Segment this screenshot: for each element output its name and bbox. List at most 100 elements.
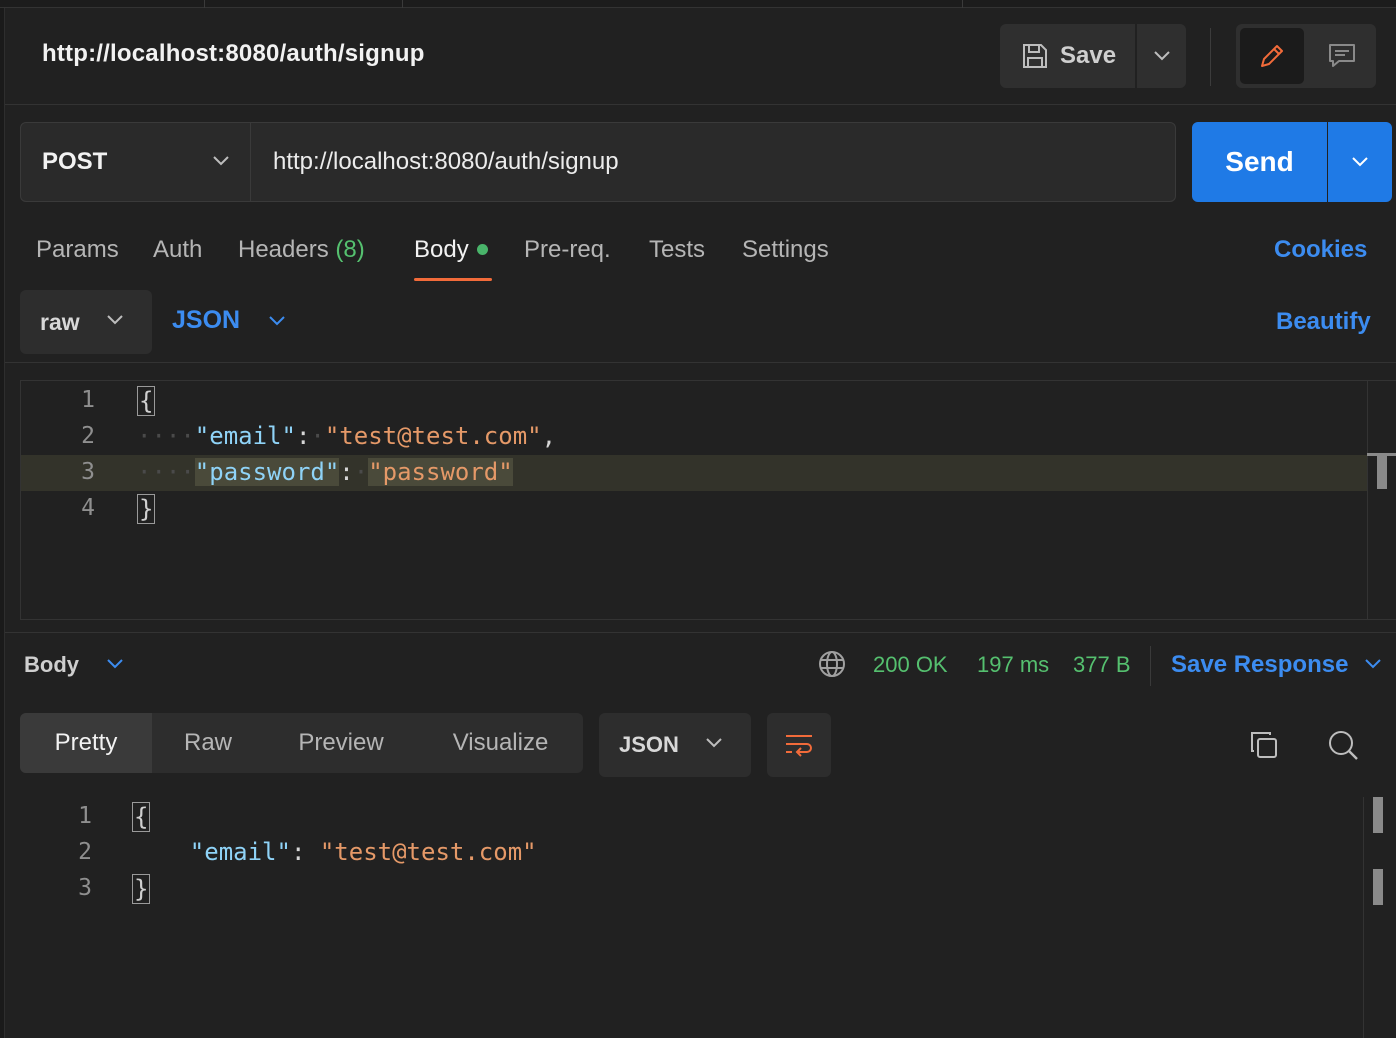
send-label: Send [1225, 146, 1294, 177]
editor-scrollbar[interactable] [1377, 453, 1387, 489]
send-button[interactable]: Send [1192, 122, 1327, 202]
viewer-overview-ruler [1363, 797, 1364, 1038]
send-options-button[interactable] [1328, 122, 1392, 202]
divider [1150, 646, 1151, 686]
response-time[interactable]: 197 ms [977, 652, 1049, 678]
active-tab-indicator [414, 278, 492, 281]
view-raw[interactable]: Raw [152, 713, 264, 773]
request-title[interactable]: http://localhost:8080/auth/signup [42, 40, 425, 68]
code-text: } [132, 874, 151, 904]
comment-mode-button[interactable] [1312, 28, 1372, 84]
wrap-lines-button[interactable] [767, 713, 831, 777]
response-format-label: JSON [619, 732, 679, 757]
chevron-down-icon [107, 315, 123, 325]
json-value: "password" [368, 458, 513, 486]
url-field[interactable] [250, 122, 1176, 202]
chevron-down-icon[interactable] [106, 658, 124, 670]
chevron-down-icon[interactable] [1364, 658, 1382, 670]
code-line: 1 { [20, 799, 1366, 835]
tab-strip-segment[interactable] [204, 0, 402, 8]
tab-pre-request[interactable]: Pre-req. [524, 236, 611, 264]
divider [5, 104, 1396, 105]
view-preview[interactable]: Preview [264, 713, 418, 773]
save-icon [1023, 44, 1047, 68]
code-text: ····"password":·"password" [137, 458, 513, 486]
method-select[interactable]: POST [20, 122, 251, 202]
code-line: 2 "email": "test@test.com" [20, 835, 1366, 871]
tab-strip-segment[interactable] [402, 0, 962, 8]
tab-auth[interactable]: Auth [153, 236, 202, 264]
code-text: { [137, 386, 156, 416]
headers-count: (8) [335, 236, 365, 263]
view-visualize[interactable]: Visualize [418, 713, 583, 773]
code-line-current: 3 ····"password":·"password" [21, 455, 1367, 491]
tab-label: Headers [238, 236, 329, 263]
save-label: Save [1060, 42, 1117, 69]
body-language-label: JSON [172, 306, 241, 334]
save-options-button[interactable] [1137, 24, 1186, 88]
copy-icon[interactable] [1248, 729, 1280, 761]
view-pretty[interactable]: Pretty [20, 713, 152, 773]
line-number: 1 [78, 803, 92, 829]
line-number: 3 [78, 875, 92, 901]
json-close-brace: } [137, 494, 156, 524]
tab-label: Body [414, 236, 469, 263]
edit-mode-button[interactable] [1240, 28, 1304, 84]
url-input[interactable] [273, 148, 1153, 176]
response-size[interactable]: 377 B [1073, 652, 1131, 678]
divider [5, 362, 1396, 363]
tab-label: Tests [649, 236, 706, 263]
line-number: 2 [81, 423, 95, 449]
json-open-brace: { [132, 802, 151, 832]
pane-resizer[interactable] [5, 632, 1396, 633]
json-value: "test@test.com" [319, 838, 537, 866]
tab-params[interactable]: Params [36, 236, 119, 264]
line-number: 1 [81, 387, 95, 413]
viewer-scrollbar-marker [1373, 869, 1383, 905]
code-line: 2 ····"email":·"test@test.com", [21, 419, 1367, 455]
request-body-editor[interactable]: 1 { 2 ····"email":·"test@test.com", 3 ··… [20, 380, 1396, 620]
body-mode-select[interactable]: raw [20, 290, 152, 354]
search-icon[interactable] [1326, 728, 1360, 762]
json-key: "email" [194, 422, 296, 450]
response-view-toggle: Pretty Raw Preview Visualize [20, 713, 583, 773]
tab-label: Pre-req. [524, 236, 611, 263]
save-response-button[interactable]: Save Response [1171, 651, 1348, 679]
tab-label: Auth [153, 236, 203, 263]
line-number: 3 [81, 459, 95, 485]
code-text: ····"email":·"test@test.com", [137, 422, 557, 450]
viewer-scrollbar[interactable] [1373, 797, 1383, 833]
json-value: "test@test.com" [324, 422, 542, 450]
code-text: } [137, 494, 156, 524]
code-line: 1 { [21, 383, 1367, 419]
globe-icon[interactable] [817, 649, 847, 679]
tab-label: Settings [742, 236, 829, 263]
editor-overview-ruler [1367, 381, 1368, 619]
beautify-link[interactable]: Beautify [1276, 308, 1371, 336]
chevron-down-icon [1352, 157, 1368, 167]
tab-headers[interactable]: Headers (8) [238, 236, 365, 264]
pencil-icon [1261, 45, 1283, 67]
response-status[interactable]: 200 OK [873, 652, 948, 678]
save-button[interactable]: Save [1000, 24, 1135, 88]
chevron-down-icon [213, 156, 229, 166]
chevron-down-icon [706, 738, 722, 748]
tab-settings[interactable]: Settings [742, 236, 829, 264]
code-line: 3 } [20, 871, 1366, 907]
json-key: "email" [189, 838, 291, 866]
tab-body[interactable]: Body [414, 236, 488, 264]
tab-label: Params [36, 236, 119, 263]
response-body-viewer[interactable]: 1 { 2 "email": "test@test.com" 3 } [20, 797, 1396, 1038]
method-label: POST [42, 148, 108, 175]
body-mode-label: raw [40, 308, 80, 335]
tab-strip-segment[interactable] [962, 0, 1396, 8]
json-open-brace: { [137, 386, 156, 416]
response-body-label[interactable]: Body [24, 652, 79, 678]
tab-tests[interactable]: Tests [649, 236, 705, 264]
code-text: "email": "test@test.com" [189, 838, 537, 866]
response-format-select[interactable]: JSON [599, 713, 751, 777]
body-language-select[interactable]: JSON [172, 306, 286, 335]
json-key: "password" [194, 458, 340, 486]
chevron-down-icon [1153, 51, 1170, 61]
cookies-link[interactable]: Cookies [1274, 236, 1367, 264]
